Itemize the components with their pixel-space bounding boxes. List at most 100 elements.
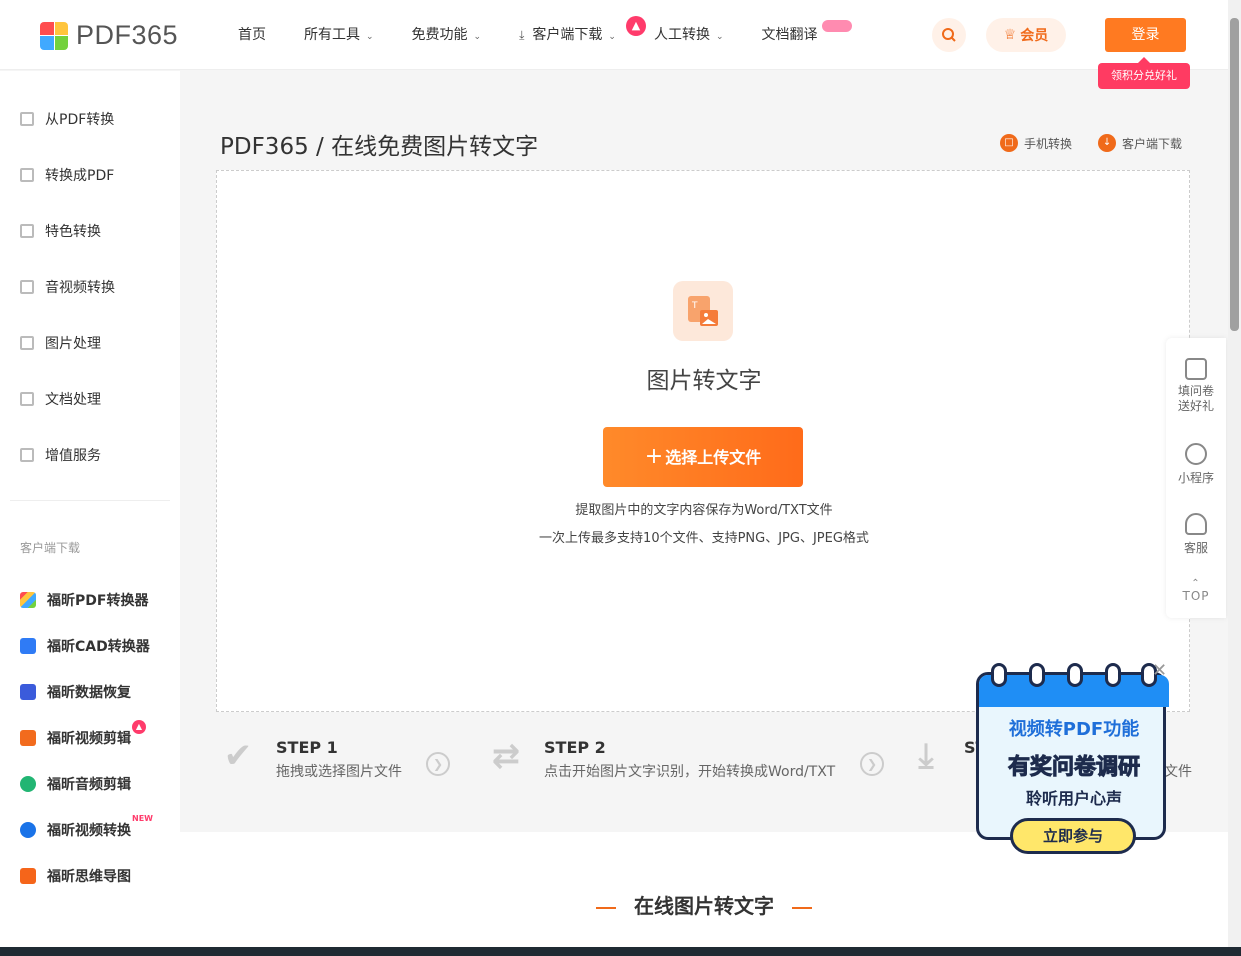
main-nav: 首页 所有工具 ⌄ 免费功能 ⌄ ⤓ 客户端下载 ⌄ ▲ 人工转换 ⌄ 文档翻译	[238, 16, 852, 44]
survey-line-1: 视频转PDF功能	[1008, 719, 1140, 740]
app-video-editor[interactable]: 福昕视频剪辑 ▲	[20, 720, 146, 748]
svg-text:T: T	[691, 301, 698, 311]
nav-all-tools[interactable]: 所有工具 ⌄	[304, 24, 374, 44]
breadcrumb: PDF365 / 在线免费图片转文字	[220, 134, 539, 160]
sidebar-item-document[interactable]: 文档处理	[20, 389, 101, 409]
sidebar-divider	[10, 500, 170, 501]
logo-icon	[40, 21, 68, 50]
page-scrollbar[interactable]	[1228, 0, 1241, 947]
survey-gift-link[interactable]: 填问卷送好礼	[1166, 358, 1226, 414]
pdf-file-icon	[20, 112, 34, 126]
top-navigation-bar: PDF365 首页 所有工具 ⌄ 免费功能 ⌄ ⤓ 客户端下载 ⌄ ▲ 人工转换 ⌄ 文档…	[0, 0, 1228, 70]
binder-ring-icon	[991, 663, 1007, 687]
new-badge-pill	[821, 20, 852, 32]
sidebar-item-from-pdf[interactable]: 从PDF转换	[20, 109, 114, 129]
image-icon	[20, 336, 34, 350]
points-promo-tag[interactable]: 领积分兑好礼	[1098, 57, 1190, 89]
video-converter-icon	[20, 822, 36, 838]
app-mind-map[interactable]: 福昕思维导图	[20, 866, 131, 886]
image-to-text-icon: T	[673, 281, 733, 341]
login-button[interactable]: 登录	[1105, 18, 1186, 52]
chevron-down-icon: ⌄	[715, 32, 724, 42]
step-2: ⇄ STEP 2 点击开始图片文字识别，开始转换成Word/TXT	[488, 738, 835, 781]
tool-description: 提取图片中的文字内容保存为Word/TXT文件	[575, 503, 833, 518]
survey-card: 视频转PDF功能 有奖问卷调研 聆听用户心声	[976, 663, 1169, 840]
arrow-right-icon: ❯	[860, 752, 884, 776]
logo-text: PDF365	[76, 20, 179, 50]
tool-title: 图片转文字	[646, 368, 762, 394]
crown-icon: ♕	[1003, 27, 1017, 43]
nav-manual-convert[interactable]: ▲ 人工转换 ⌄	[625, 16, 724, 44]
convert-arrows-icon: ⇄	[491, 736, 521, 776]
pdf-converter-icon	[20, 592, 36, 608]
floating-side-panel: 填问卷送好礼 小程序 客服 ⌃ TOP	[1166, 338, 1226, 618]
video-icon	[20, 280, 34, 294]
new-badge: NEW	[132, 814, 153, 823]
star-shield-icon	[20, 224, 34, 238]
hot-fire-icon: ▲	[625, 16, 646, 36]
app-cad-converter[interactable]: 福昕CAD转换器	[20, 636, 150, 656]
mobile-convert-link[interactable]: □ 手机转换	[1000, 134, 1072, 152]
download-icon: ↓	[1098, 134, 1117, 152]
downloads-heading: 客户端下载	[20, 541, 81, 555]
customer-service-link[interactable]: 客服	[1166, 513, 1226, 556]
headphones-icon	[20, 776, 36, 792]
data-recovery-icon	[20, 684, 36, 700]
left-sidebar: 从PDF转换 转换成PDF 特色转换 音视频转换 图片处理 文档处理 增值服务 …	[0, 71, 180, 947]
phone-icon: □	[1000, 134, 1018, 152]
sidebar-item-special[interactable]: 特色转换	[20, 221, 101, 241]
section-title: 在线图片转文字	[180, 890, 1228, 919]
vip-button[interactable]: ♕ 会员	[986, 18, 1066, 52]
binder-ring-icon	[1105, 663, 1121, 687]
app-pdf-converter[interactable]: 福昕PDF转换器	[20, 590, 148, 610]
sidebar-item-audio-video[interactable]: 音视频转换	[20, 277, 115, 297]
close-icon[interactable]: ✕	[1152, 660, 1167, 681]
mind-map-icon	[20, 868, 36, 884]
chevron-down-icon: ⌄	[366, 32, 374, 42]
checkmark-icon: ✔	[223, 736, 253, 776]
list-icon	[20, 448, 34, 462]
header-links: □ 手机转换 ↓ 客户端下载	[1000, 134, 1182, 152]
sidebar-item-to-pdf[interactable]: 转换成PDF	[20, 165, 114, 185]
binder-ring-icon	[1067, 663, 1083, 687]
app-audio-editor[interactable]: 福昕音频剪辑	[20, 774, 131, 794]
search-button[interactable]	[932, 18, 966, 52]
client-download-link[interactable]: ↓ 客户端下载	[1098, 134, 1182, 152]
upload-dropzone[interactable]: T 图片转文字 + 选择上传文件 提取图片中的文字内容保存为Word/TXT文件 …	[216, 170, 1190, 712]
join-survey-button[interactable]: 立即参与	[1010, 818, 1136, 854]
app-data-recovery[interactable]: 福昕数据恢复	[20, 682, 131, 702]
site-logo[interactable]: PDF365	[40, 20, 178, 51]
chevron-down-icon: ⌄	[473, 32, 482, 42]
download-tray-icon: ⤓	[918, 736, 934, 776]
arrow-right-icon: ❯	[426, 752, 450, 776]
title-dash	[596, 906, 616, 909]
video-editor-icon	[20, 730, 36, 746]
nav-free-features[interactable]: 免费功能 ⌄	[412, 24, 482, 44]
os-taskbar	[0, 947, 1241, 956]
nav-client-download[interactable]: ⤓ 客户端下载 ⌄	[519, 24, 616, 44]
survey-line-3: 聆听用户心声	[1025, 789, 1122, 808]
back-to-top-button[interactable]: ⌃ TOP	[1166, 578, 1226, 603]
upload-limits: 一次上传最多支持10个文件、支持PNG、JPG、JPEG格式	[539, 531, 869, 546]
app-video-converter[interactable]: 福昕视频转换 NEW	[20, 814, 153, 840]
select-upload-button[interactable]: + 选择上传文件	[603, 427, 803, 487]
nav-doc-translate[interactable]: 文档翻译	[762, 20, 852, 44]
title-dash	[792, 906, 812, 909]
plus-icon: +	[644, 444, 664, 469]
chevron-down-icon: ⌄	[608, 32, 616, 42]
cad-icon	[20, 638, 36, 654]
survey-popup[interactable]: 视频转PDF功能 有奖问卷调研 聆听用户心声 立即参与 ✕	[976, 660, 1169, 856]
nav-home[interactable]: 首页	[238, 24, 266, 44]
document-icon	[20, 392, 34, 406]
questionnaire-icon	[1185, 358, 1207, 380]
chevron-up-icon: ⌃	[1191, 578, 1201, 589]
binder-ring-icon	[1029, 663, 1045, 687]
scrollbar-thumb[interactable]	[1230, 18, 1239, 331]
convert-file-icon	[20, 168, 34, 182]
hot-fire-icon: ▲	[132, 720, 146, 734]
mini-program-link[interactable]: 小程序	[1166, 443, 1226, 486]
mini-program-icon	[1185, 443, 1207, 465]
sidebar-item-image[interactable]: 图片处理	[20, 333, 101, 353]
search-icon	[942, 28, 956, 42]
sidebar-item-value-added[interactable]: 增值服务	[20, 445, 101, 465]
